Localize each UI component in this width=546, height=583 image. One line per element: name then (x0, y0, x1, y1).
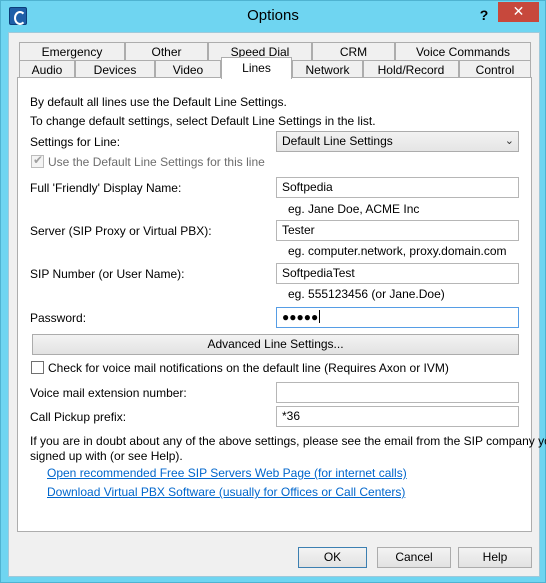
cancel-button[interactable]: Cancel (377, 547, 451, 568)
use-default-checkbox[interactable]: ✔ (31, 153, 44, 168)
pickup-field[interactable]: *36 (276, 406, 519, 427)
voicemail-checkbox[interactable] (31, 361, 44, 374)
tab-lines[interactable]: Lines (221, 57, 292, 79)
free-sip-servers-link[interactable]: Open recommended Free SIP Servers Web Pa… (47, 466, 407, 480)
options-window: Options ? ✕ Emergency Other Speed Dial C… (0, 0, 546, 583)
sip-number-field[interactable]: SoftpediaTest (276, 263, 519, 284)
server-hint: eg. computer.network, proxy.domain.com (288, 244, 507, 258)
display-name-field[interactable]: Softpedia (276, 177, 519, 198)
tab-voice-commands[interactable]: Voice Commands (395, 42, 531, 61)
dialog-client: Emergency Other Speed Dial CRM Voice Com… (8, 32, 546, 577)
close-icon[interactable]: ✕ (498, 2, 539, 22)
text-caret (319, 310, 321, 323)
voicemail-ext-label: Voice mail extension number: (30, 386, 187, 400)
advanced-line-settings-button[interactable]: Advanced Line Settings... (32, 334, 519, 355)
intro-text-2: To change default settings, select Defau… (30, 114, 376, 128)
display-name-hint: eg. Jane Doe, ACME Inc (288, 202, 420, 216)
settings-for-line-select[interactable]: Default Line Settings ⌄ (276, 131, 519, 152)
pickup-label: Call Pickup prefix: (30, 410, 127, 424)
help-button[interactable]: Help (458, 547, 532, 568)
window-title: Options (247, 7, 299, 24)
intro-text-1: By default all lines use the Default Lin… (30, 95, 287, 109)
sip-number-hint: eg. 555123456 (or Jane.Doe) (288, 287, 445, 301)
tab-emergency[interactable]: Emergency (19, 42, 125, 61)
display-name-label: Full 'Friendly' Display Name: (30, 181, 182, 195)
tab-crm[interactable]: CRM (312, 42, 395, 61)
password-label: Password: (30, 311, 87, 325)
tab-other[interactable]: Other (125, 42, 208, 61)
server-field[interactable]: Tester (276, 220, 519, 241)
checkmark-icon: ✔ (33, 153, 44, 167)
chevron-down-icon: ⌄ (504, 135, 514, 147)
settings-for-line-value: Default Line Settings (282, 134, 393, 148)
voicemail-check-label: Check for voice mail notifications on th… (48, 361, 449, 375)
virtual-pbx-link[interactable]: Download Virtual PBX Software (usually f… (47, 485, 405, 499)
settings-for-line-label: Settings for Line: (30, 135, 121, 149)
voicemail-ext-field[interactable] (276, 382, 519, 403)
password-value: ●●●●● (282, 310, 319, 324)
ok-button[interactable]: OK (298, 547, 367, 568)
lines-panel: By default all lines use the Default Lin… (17, 77, 546, 532)
doubt-text-2: signed up with (or see Help). (30, 449, 183, 463)
password-field[interactable]: ●●●●● (276, 307, 519, 328)
doubt-text-1: If you are in doubt about any of the abo… (30, 434, 546, 448)
help-icon[interactable]: ? (473, 5, 495, 25)
server-label: Server (SIP Proxy or Virtual PBX): (30, 224, 212, 238)
sip-number-label: SIP Number (or User Name): (30, 267, 185, 281)
use-default-label: Use the Default Line Settings for this l… (48, 155, 265, 169)
title-bar[interactable]: Options ? ✕ (1, 1, 545, 32)
